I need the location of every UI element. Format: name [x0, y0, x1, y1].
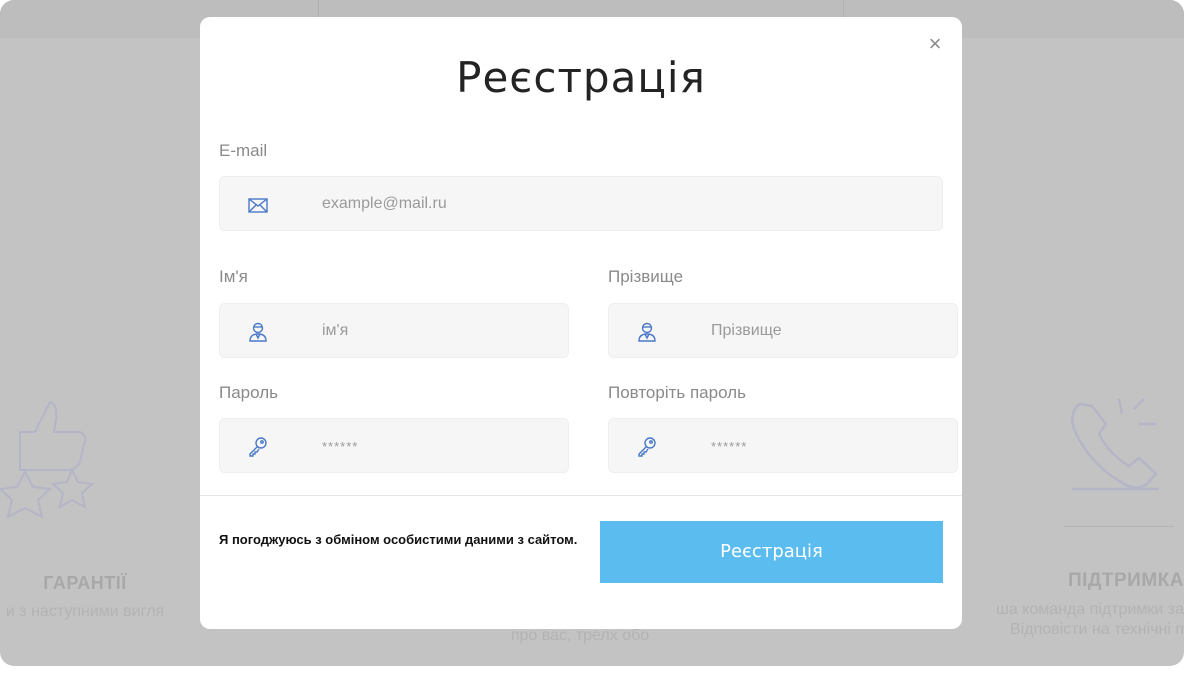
first-name-label: Ім'я	[219, 267, 248, 286]
key-icon	[246, 435, 270, 459]
background-feature-title: ГАРАНТІЇ	[43, 573, 127, 593]
password-label: Пароль	[219, 383, 278, 402]
password-placeholder: ******	[322, 439, 359, 454]
email-field[interactable]: example@mail.ru	[219, 176, 943, 231]
thumbs-up-stars-icon	[0, 392, 110, 527]
password-repeat-label: Повторіть пароль	[608, 383, 746, 402]
last-name-field[interactable]: Прізвище	[608, 303, 958, 358]
background-divider	[1064, 526, 1174, 527]
modal-title: Реєстрація	[456, 53, 706, 102]
email-label: E-mail	[219, 141, 268, 160]
background-feature-text: и з наступними вигля	[5, 603, 165, 620]
key-icon	[635, 435, 659, 459]
background-feature-text: Відповісти на технічні п	[1010, 621, 1184, 638]
first-name-placeholder: ім'я	[322, 322, 349, 339]
close-icon[interactable]: ×	[926, 33, 944, 55]
password-repeat-field[interactable]: ******	[608, 418, 958, 473]
user-icon	[635, 320, 659, 344]
background-feature-support: ПІДТРИМКА ша команда підтримки за Відпов…	[960, 570, 1184, 640]
password-field[interactable]: ******	[219, 418, 569, 473]
register-button[interactable]: Реєстрація	[600, 521, 943, 583]
phone-icon	[1064, 384, 1174, 509]
modal-divider	[200, 495, 962, 496]
user-icon	[246, 320, 270, 344]
background-feature-text: про вас, трелх обо	[510, 627, 650, 644]
last-name-label: Прізвище	[608, 267, 684, 286]
consent-text: Я погоджуюсь з обміном особистими даними…	[219, 532, 578, 547]
password-repeat-placeholder: ******	[711, 439, 748, 454]
background-feature-title: ПІДТРИМКА	[1067, 570, 1184, 591]
email-placeholder: example@mail.ru	[322, 195, 447, 212]
last-name-placeholder: Прізвище	[711, 322, 782, 339]
background-feature-text: ша команда підтримки за	[995, 601, 1184, 618]
first-name-field[interactable]: ім'я	[219, 303, 569, 358]
envelope-icon	[246, 193, 270, 217]
registration-modal: × Реєстрація E-mail example@mail.ru Ім'я…	[200, 17, 962, 629]
background-feature-guarantees: ГАРАНТІЇ и з наступними вигля	[0, 573, 180, 622]
